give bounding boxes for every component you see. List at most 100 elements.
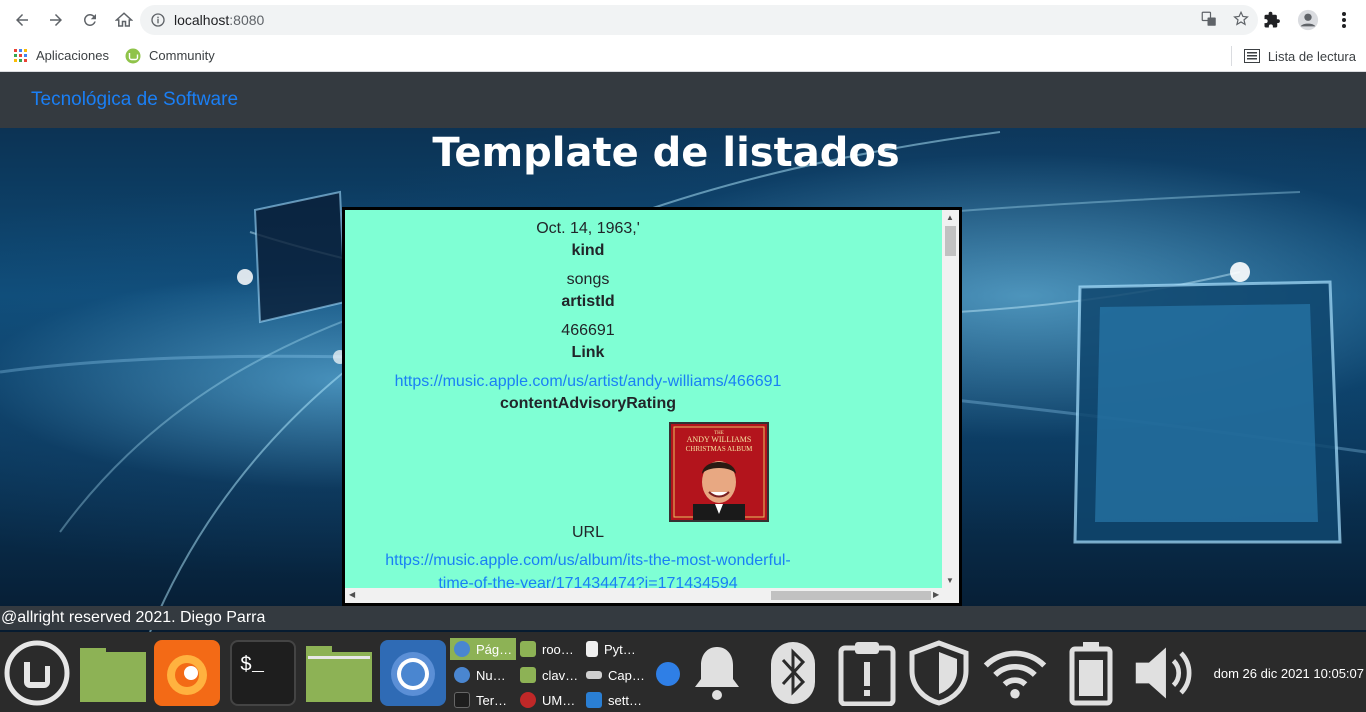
mint-menu-button[interactable]: [4, 640, 70, 706]
taskbar-window-9[interactable]: sett…: [582, 689, 642, 711]
document-icon: [586, 641, 598, 657]
address-bar[interactable]: localhost:8080: [140, 5, 1258, 35]
taskbar: $_ Pág… roo… Pyt… Nu… clav… Cap… Ter… UM…: [0, 632, 1366, 712]
wifi-tray[interactable]: [982, 638, 1048, 708]
volume-tray[interactable]: [1132, 638, 1198, 708]
firefox-launcher[interactable]: [154, 640, 220, 706]
scroll-down-arrow-icon[interactable]: ▼: [946, 576, 954, 585]
url-port: :8080: [229, 12, 265, 28]
window-label: clav…: [542, 667, 579, 683]
album-link[interactable]: https://music.apple.com/us/album/its-the…: [345, 552, 959, 570]
window-label: sett…: [608, 692, 642, 708]
window-label: roo…: [542, 641, 574, 657]
bookmarks-bar: Aplicaciones Community Lista de lectura: [0, 40, 1366, 72]
bluetooth-icon: [771, 642, 815, 704]
avatar-icon: [1297, 9, 1319, 31]
field-heading: contentAdvisoryRating: [499, 395, 676, 412]
window-label: Cap…: [608, 667, 645, 683]
bookmark-star-icon[interactable]: [1232, 10, 1250, 28]
taskbar-window-5[interactable]: clav…: [516, 664, 578, 686]
clock[interactable]: dom 26 dic 2021 10:05:07: [1214, 666, 1364, 681]
window-label: Nu…: [476, 667, 506, 683]
chromium-launcher[interactable]: [380, 640, 446, 706]
security-tray[interactable]: [906, 638, 972, 708]
clipboard-alert-icon: [838, 642, 896, 706]
apps-grid-icon: [14, 48, 27, 62]
notifications-tray[interactable]: [684, 638, 750, 708]
field-value: 466691: [561, 322, 615, 339]
profile-button[interactable]: [1296, 6, 1320, 34]
back-arrow-icon: [16, 14, 28, 26]
chrome-icon: [454, 667, 470, 683]
svg-text:$_: $_: [240, 654, 265, 677]
home-button[interactable]: [108, 4, 140, 36]
listing-panel[interactable]: Oct. 14, 1963,' kind songs artistId 4666…: [342, 207, 962, 606]
folder-icon: [80, 648, 146, 702]
clipboard-tray[interactable]: [834, 638, 900, 708]
chrome-icon: [454, 641, 470, 657]
taskbar-window-2[interactable]: roo…: [516, 638, 574, 660]
page-title: Template de listados: [432, 130, 900, 176]
url-host: localhost: [174, 12, 230, 28]
mint-community-icon: [125, 48, 141, 63]
bell-icon: [695, 647, 739, 700]
album-text-2: ANDY WILLIAMS: [687, 435, 752, 444]
field-value: songs: [566, 271, 610, 288]
bookmark-aplicaciones[interactable]: Aplicaciones: [14, 48, 109, 63]
listing-content: Oct. 14, 1963,' kind songs artistId 4666…: [345, 210, 945, 592]
brand-link[interactable]: Tecnológica de Software: [31, 89, 238, 111]
taskbar-window-3[interactable]: Pyt…: [582, 638, 636, 660]
translate-icon[interactable]: [1200, 10, 1218, 28]
bookmark-label: Aplicaciones: [36, 48, 109, 63]
horizontal-scroll-thumb[interactable]: [771, 591, 931, 600]
linux-mint-icon: [4, 640, 70, 706]
bluetooth-tray[interactable]: [760, 638, 826, 708]
taskbar-window-7[interactable]: Ter…: [450, 689, 507, 711]
kebab-menu-icon: [1342, 12, 1346, 28]
back-button[interactable]: [6, 4, 38, 36]
reading-list-button[interactable]: Lista de lectura: [1230, 46, 1356, 66]
reading-list-icon: [1243, 49, 1260, 63]
vscode-icon: [586, 692, 602, 708]
reload-button[interactable]: [74, 4, 106, 36]
terminal-icon: $_: [240, 654, 265, 677]
scroll-right-arrow-icon[interactable]: ▶: [933, 590, 939, 599]
forward-button[interactable]: [40, 4, 72, 36]
folder-icon: [520, 641, 536, 657]
forward-arrow-icon: [50, 14, 62, 26]
extensions-button[interactable]: [1260, 6, 1284, 34]
reading-list-label: Lista de lectura: [1267, 48, 1356, 64]
field-heading: kind: [571, 242, 605, 259]
taskbar-window-1[interactable]: Pág…: [450, 638, 516, 660]
umbrello-icon: [520, 692, 536, 708]
field-heading: artistId: [561, 293, 615, 310]
artist-link[interactable]: https://music.apple.com/us/artist/andy-w…: [345, 373, 959, 391]
window-label: Ter…: [476, 692, 508, 708]
files-launcher-2[interactable]: [304, 640, 372, 706]
home-icon: [115, 12, 133, 27]
scroll-left-arrow-icon[interactable]: ◀: [349, 590, 355, 599]
album-text-3: CHRISTMAS ALBUM: [686, 445, 753, 453]
horizontal-scrollbar[interactable]: ◀ ▶: [345, 588, 959, 603]
taskbar-window-4[interactable]: Nu…: [450, 664, 506, 686]
album-art: THE ANDY WILLIAMS CHRISTMAS ALBUM: [671, 424, 767, 520]
speaker-icon: [1135, 647, 1192, 699]
battery-icon: [1069, 642, 1113, 706]
taskbar-window-8[interactable]: UM…: [516, 689, 575, 711]
field-heading-url: URL: [571, 524, 604, 541]
menu-button[interactable]: [1332, 6, 1356, 34]
files-launcher[interactable]: [78, 640, 146, 706]
shield-icon: [909, 640, 969, 706]
terminal-launcher[interactable]: $_: [230, 640, 296, 706]
vertical-scrollbar[interactable]: ▲ ▼: [942, 210, 959, 590]
puzzle-icon: [1264, 11, 1280, 28]
battery-tray[interactable]: [1058, 638, 1124, 708]
update-manager-icon[interactable]: [656, 662, 680, 686]
vertical-scroll-thumb[interactable]: [945, 226, 956, 256]
album-cover-image: THE ANDY WILLIAMS CHRISTMAS ALBUM: [669, 422, 769, 522]
taskbar-window-6[interactable]: Cap…: [582, 664, 645, 686]
scroll-up-arrow-icon[interactable]: ▲: [946, 213, 954, 222]
field-value: Oct. 14, 1963,': [536, 220, 640, 237]
bookmark-community[interactable]: Community: [125, 48, 215, 64]
wifi-icon: [983, 650, 1047, 699]
